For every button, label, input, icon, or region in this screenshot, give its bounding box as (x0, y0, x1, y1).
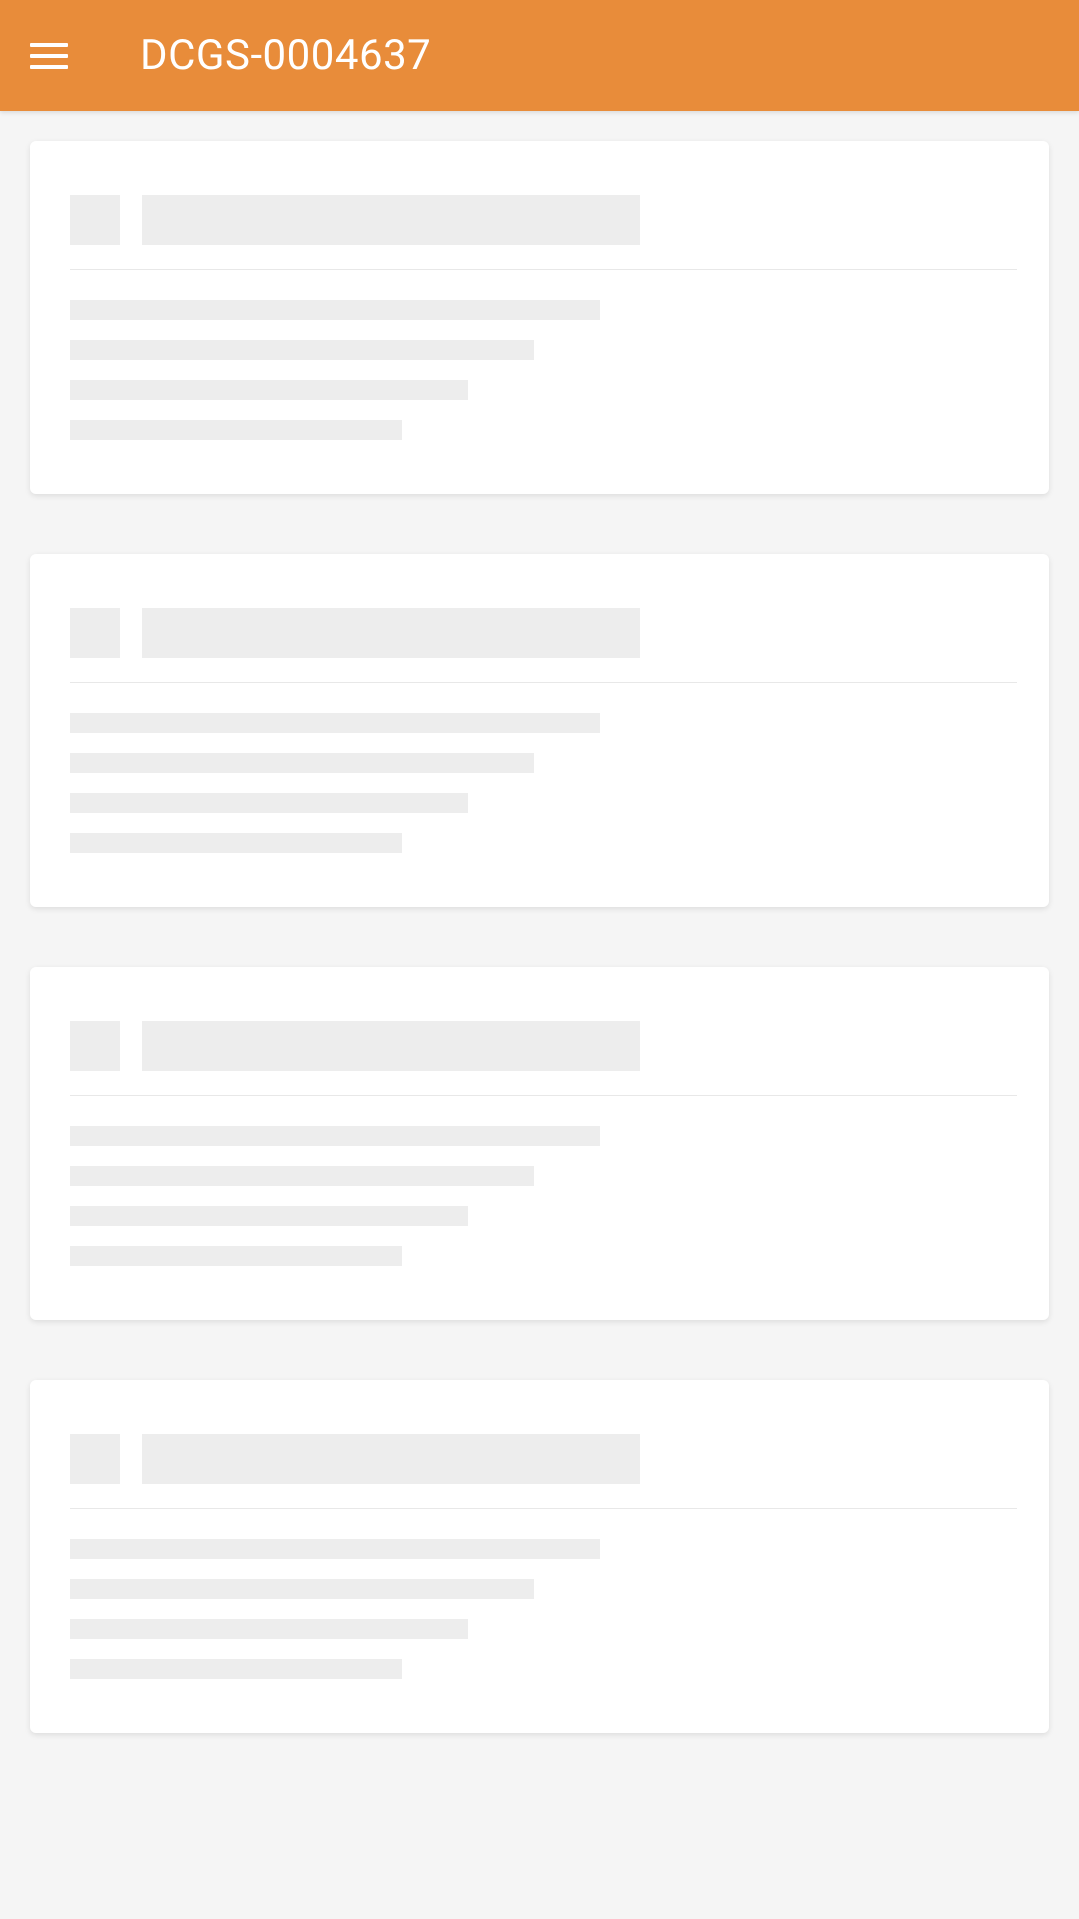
card-header (70, 608, 1017, 683)
skeleton-line-placeholder (70, 713, 600, 733)
skeleton-line-placeholder (70, 1206, 468, 1226)
skeleton-title-placeholder (142, 608, 640, 658)
skeleton-line-placeholder (70, 300, 600, 320)
card-header (70, 1021, 1017, 1096)
skeleton-card (30, 1380, 1049, 1733)
skeleton-line-placeholder (70, 793, 468, 813)
skeleton-line-placeholder (70, 1619, 468, 1639)
skeleton-line-placeholder (70, 833, 402, 853)
skeleton-line-placeholder (70, 340, 534, 360)
skeleton-line-placeholder (70, 1659, 402, 1679)
skeleton-line-placeholder (70, 380, 468, 400)
skeleton-line-placeholder (70, 753, 534, 773)
skeleton-avatar-placeholder (70, 1021, 120, 1071)
content-area (0, 111, 1079, 1823)
skeleton-card (30, 967, 1049, 1320)
skeleton-title-placeholder (142, 1021, 640, 1071)
skeleton-line-placeholder (70, 1126, 600, 1146)
app-bar: DCGS-0004637 (0, 0, 1079, 111)
skeleton-line-placeholder (70, 1246, 402, 1266)
skeleton-line-placeholder (70, 1539, 600, 1559)
card-header (70, 1434, 1017, 1509)
skeleton-line-placeholder (70, 1579, 534, 1599)
page-title: DCGS-0004637 (140, 31, 431, 80)
menu-icon[interactable] (30, 36, 70, 76)
skeleton-avatar-placeholder (70, 195, 120, 245)
skeleton-avatar-placeholder (70, 1434, 120, 1484)
skeleton-title-placeholder (142, 195, 640, 245)
skeleton-card (30, 554, 1049, 907)
card-header (70, 195, 1017, 270)
skeleton-title-placeholder (142, 1434, 640, 1484)
skeleton-avatar-placeholder (70, 608, 120, 658)
skeleton-line-placeholder (70, 420, 402, 440)
skeleton-card (30, 141, 1049, 494)
skeleton-line-placeholder (70, 1166, 534, 1186)
